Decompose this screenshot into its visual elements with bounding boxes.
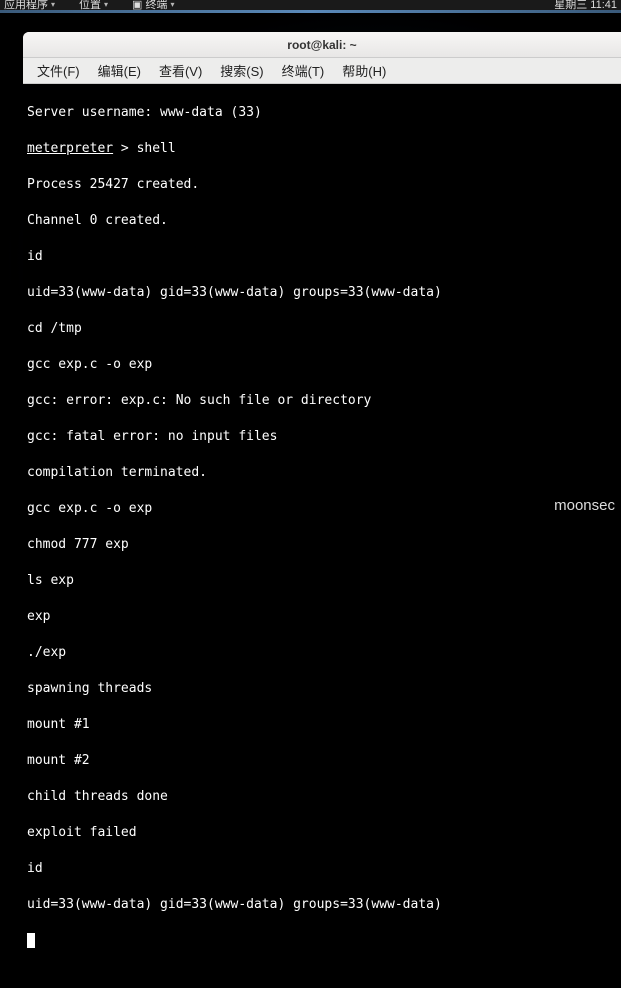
topbar-places-label: 位置 [79,0,101,10]
terminal-line: spawning threads [27,680,619,698]
terminal-line: id [27,248,619,266]
terminal-line: gcc: fatal error: no input files [27,428,619,446]
terminal-line: child threads done [27,788,619,806]
terminal-line: exp [27,608,619,626]
menu-view[interactable]: 查看(V) [151,58,210,83]
menu-help[interactable]: 帮助(H) [334,58,394,83]
meterpreter-prompt: meterpreter [27,141,113,156]
desktop-topbar: 应用程序 ▾ 位置 ▾ ▣ 终端 ▾ 星期三 11:41 [0,0,621,10]
terminal-cursor-line [27,932,619,950]
terminal-line: ./exp [27,644,619,662]
window-title: root@kali: ~ [287,38,356,52]
terminal-line: meterpreter > shell [27,140,619,158]
topbar-applications-label: 应用程序 [4,0,48,10]
terminal-line: ls exp [27,572,619,590]
topbar-separator [0,10,621,13]
topbar-terminal[interactable]: ▣ 终端 ▾ [132,0,174,10]
window-titlebar[interactable]: root@kali: ~ [23,32,621,58]
terminal-body[interactable]: Server username: www-data (33) meterpret… [23,84,621,988]
terminal-line: chmod 777 exp [27,536,619,554]
terminal-line: Process 25427 created. [27,176,619,194]
menu-file[interactable]: 文件(F) [29,58,88,83]
terminal-line: gcc: error: exp.c: No such file or direc… [27,392,619,410]
topbar-clock[interactable]: 星期三 11:41 [554,0,617,10]
terminal-line: mount #2 [27,752,619,770]
terminal-window: root@kali: ~ 文件(F) 编辑(E) 查看(V) 搜索(S) 终端(… [23,32,621,988]
topbar-clock-label: 星期三 11:41 [554,0,617,10]
terminal-line: id [27,860,619,878]
terminal-line: uid=33(www-data) gid=33(www-data) groups… [27,896,619,914]
chevron-down-icon: ▾ [170,0,174,10]
topbar-places[interactable]: 位置 ▾ [79,0,108,10]
chevron-down-icon: ▾ [51,0,55,10]
chevron-down-icon: ▾ [104,0,108,10]
terminal-line: mount #1 [27,716,619,734]
terminal-line: compilation terminated. [27,464,619,482]
menu-terminal[interactable]: 终端(T) [274,58,333,83]
terminal-line: gcc exp.c -o exp [27,356,619,374]
terminal-line: uid=33(www-data) gid=33(www-data) groups… [27,284,619,302]
terminal-line: Channel 0 created. [27,212,619,230]
menu-search[interactable]: 搜索(S) [212,58,271,83]
topbar-terminal-label: 终端 [145,0,167,10]
menu-edit[interactable]: 编辑(E) [90,58,149,83]
terminal-line: Server username: www-data (33) [27,104,619,122]
topbar-applications[interactable]: 应用程序 ▾ [4,0,55,10]
menubar: 文件(F) 编辑(E) 查看(V) 搜索(S) 终端(T) 帮助(H) [23,58,621,84]
terminal-text: > shell [113,141,176,156]
terminal-line: cd /tmp [27,320,619,338]
terminal-line: gcc exp.c -o exp [27,500,619,518]
terminal-icon: ▣ [132,0,142,10]
cursor-icon [27,933,35,948]
terminal-line: exploit failed [27,824,619,842]
